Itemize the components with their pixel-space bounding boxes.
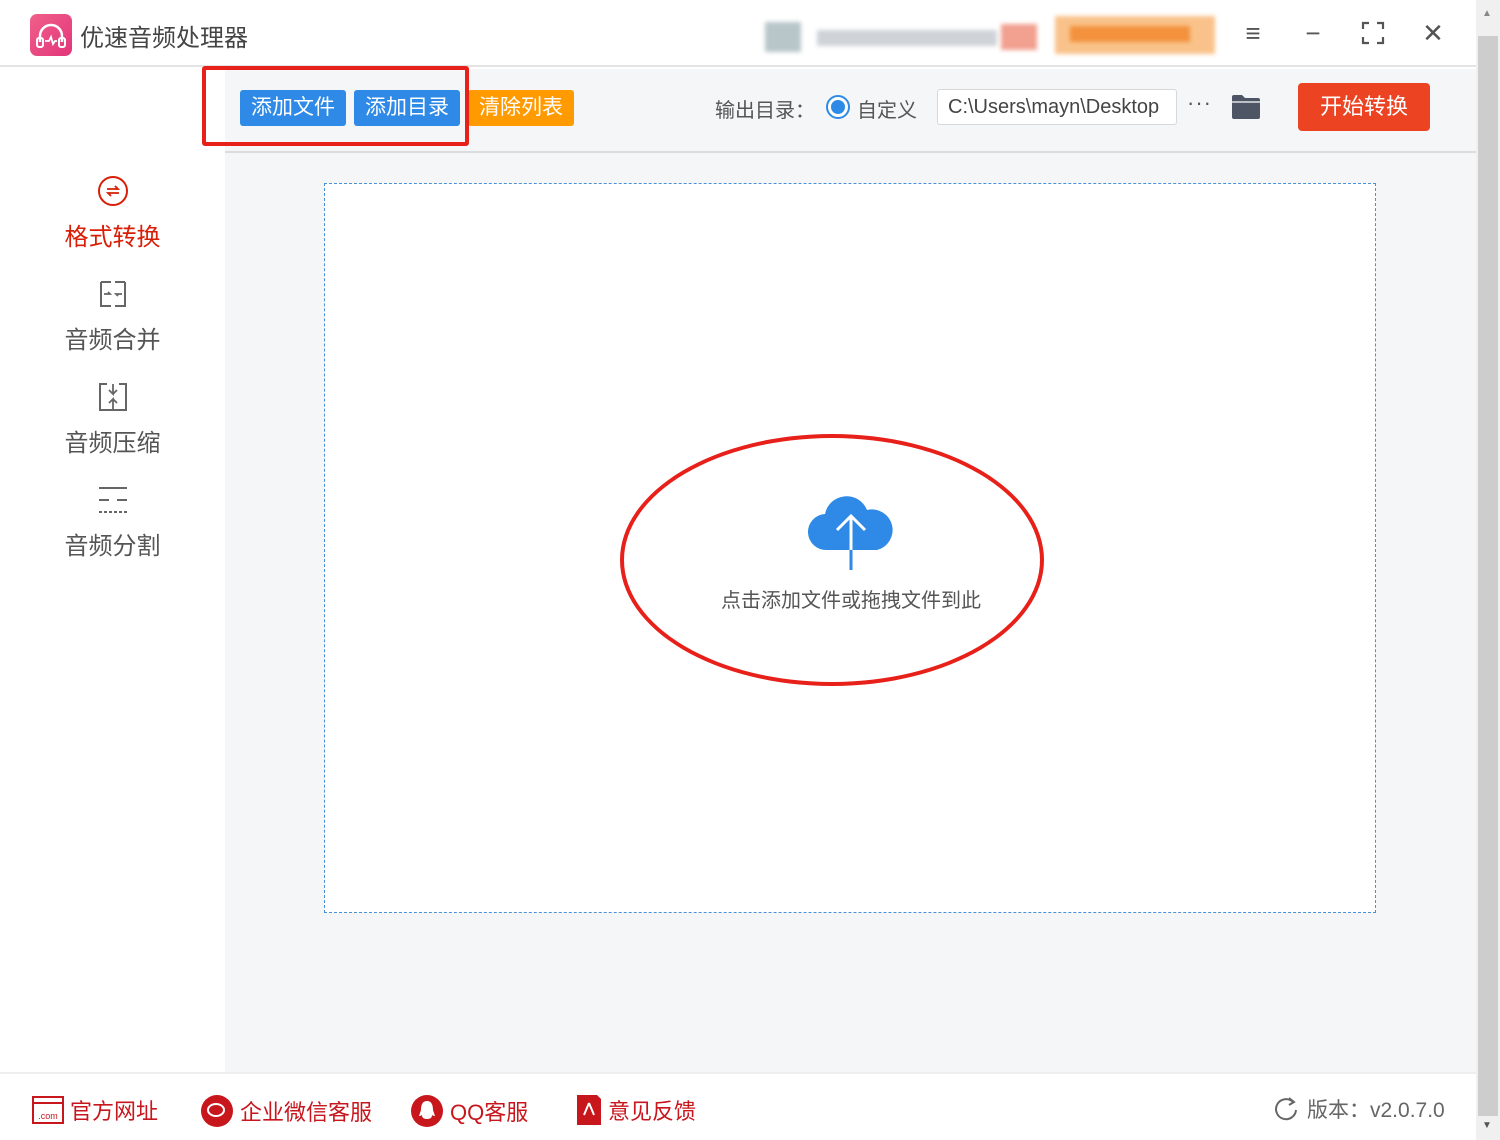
sidebar: 格式转换 音频合并 音频压缩 音频分割 — [0, 69, 225, 1072]
qq-icon — [410, 1094, 444, 1128]
link-label: QQ客服 — [450, 1095, 528, 1127]
sidebar-item-label: 音频合并 — [0, 320, 225, 355]
sidebar-item-label: 音频分割 — [0, 526, 225, 561]
app-logo-icon — [30, 14, 72, 56]
annotation-ellipse — [620, 434, 1044, 686]
menu-icon[interactable]: ≡ — [1238, 18, 1268, 48]
sidebar-item-compress[interactable]: 音频压缩 — [0, 381, 225, 458]
split-icon — [97, 484, 129, 516]
official-site-link[interactable]: .com 官方网址 — [32, 1094, 158, 1126]
svg-text:.com: .com — [38, 1111, 58, 1121]
feedback-icon — [576, 1094, 602, 1126]
format-convert-icon — [97, 175, 129, 207]
refresh-icon[interactable] — [1275, 1096, 1299, 1122]
version-label: 版本：v2.0.7.0 — [1307, 1094, 1445, 1124]
feedback-link[interactable]: 意见反馈 — [576, 1094, 696, 1126]
divider — [225, 151, 1476, 153]
link-label: 意见反馈 — [608, 1094, 696, 1126]
wechat-icon — [200, 1094, 234, 1128]
link-label: 企业微信客服 — [240, 1095, 372, 1127]
version-info: 版本：v2.0.7.0 — [1275, 1094, 1445, 1124]
close-icon[interactable]: ✕ — [1418, 18, 1448, 48]
qq-service-link[interactable]: QQ客服 — [410, 1094, 528, 1128]
link-label: 官方网址 — [70, 1094, 158, 1126]
website-icon: .com — [32, 1096, 64, 1124]
output-dir-label: 输出目录： — [715, 94, 815, 123]
minimize-icon[interactable]: − — [1298, 18, 1328, 48]
merge-icon — [97, 278, 129, 310]
scrollbar-thumb[interactable] — [1478, 36, 1498, 1116]
browse-more-button[interactable]: ··· — [1187, 90, 1212, 116]
custom-radio[interactable] — [826, 95, 850, 119]
maximize-icon[interactable] — [1358, 18, 1388, 48]
scroll-up-icon[interactable]: ▲ — [1482, 8, 1492, 19]
sidebar-item-merge[interactable]: 音频合并 — [0, 278, 225, 355]
output-path-input[interactable] — [937, 89, 1177, 125]
wechat-service-link[interactable]: 企业微信客服 — [200, 1094, 372, 1128]
footer: .com 官方网址 企业微信客服 QQ客服 意见反馈 版本：v2.0.7.0 — [0, 1072, 1476, 1140]
custom-radio-label[interactable]: 自定义 — [857, 94, 917, 123]
sidebar-item-split[interactable]: 音频分割 — [0, 484, 225, 561]
blurred-user-info — [765, 8, 1215, 58]
sidebar-item-label: 音频压缩 — [0, 423, 225, 458]
sidebar-item-format-convert[interactable]: 格式转换 — [0, 175, 225, 252]
title-bar: 优速音频处理器 ≡ − ✕ — [0, 0, 1476, 67]
sidebar-item-label: 格式转换 — [0, 217, 225, 252]
scroll-down-icon[interactable]: ▼ — [1482, 1120, 1492, 1131]
clear-list-button[interactable]: 清除列表 — [468, 90, 574, 126]
folder-icon[interactable] — [1231, 94, 1261, 125]
start-convert-button[interactable]: 开始转换 — [1298, 83, 1430, 131]
annotation-rectangle — [202, 66, 469, 146]
compress-icon — [97, 381, 129, 413]
app-title: 优速音频处理器 — [80, 18, 248, 53]
